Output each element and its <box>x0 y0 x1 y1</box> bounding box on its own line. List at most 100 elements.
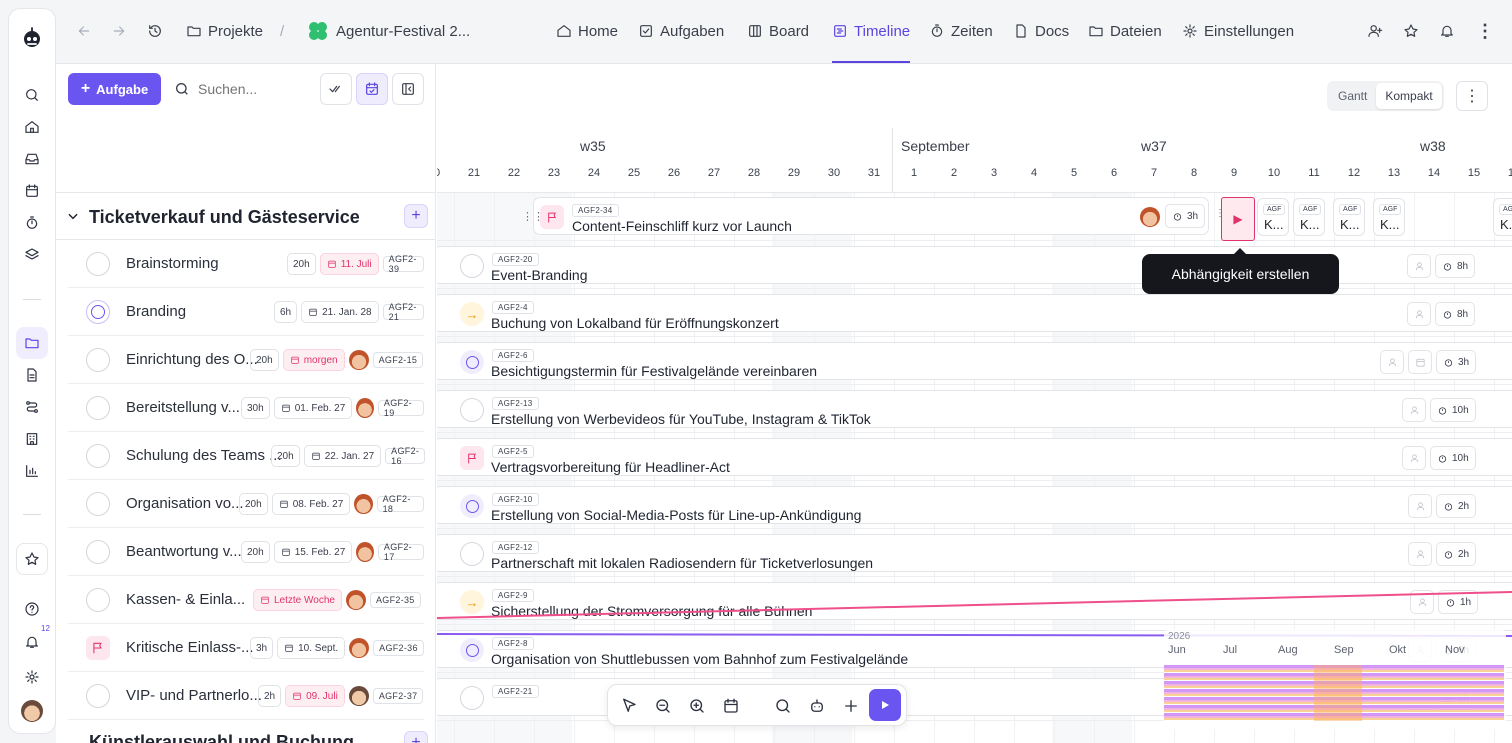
due-date-badge[interactable]: 22. Jan. 27 <box>303 445 382 467</box>
calendar-icon[interactable] <box>718 693 744 719</box>
status-circle[interactable] <box>86 588 110 612</box>
more-menu-icon[interactable]: ⋮ <box>1476 18 1494 44</box>
group-header[interactable]: Ticketverkauf und Gästeservice + <box>56 192 435 240</box>
user-placeholder-icon[interactable] <box>1380 350 1404 374</box>
task-row[interactable]: VIP- und Partnerlo... 2h 09. Juli AGF2-3… <box>68 672 424 720</box>
due-date-badge[interactable]: 10. Sept. <box>277 637 346 659</box>
pointer-icon[interactable] <box>616 693 642 719</box>
breadcrumb-project[interactable]: Agentur-Festival 2... <box>306 18 470 44</box>
favorites-icon[interactable] <box>16 543 48 575</box>
user-placeholder-icon[interactable] <box>1408 542 1432 566</box>
user-placeholder-icon[interactable] <box>1408 494 1432 518</box>
add-to-group-button[interactable]: + <box>404 731 428 743</box>
user-placeholder-icon[interactable] <box>1407 302 1431 326</box>
status-circle[interactable] <box>86 444 110 468</box>
calendar-icon[interactable] <box>9 177 55 205</box>
timeline-bar[interactable]: AGF2-5 Vertragsvorbereitung für Headliner… <box>437 438 1512 476</box>
assignee-avatar[interactable] <box>1140 207 1160 227</box>
mini-card[interactable]: AGF K... <box>1293 198 1325 236</box>
search-icon[interactable] <box>9 81 55 109</box>
back-arrow-icon[interactable] <box>76 18 92 44</box>
user-placeholder-icon[interactable] <box>1410 590 1434 614</box>
add-to-group-button[interactable]: + <box>404 204 428 228</box>
timer-icon[interactable] <box>9 209 55 237</box>
user-placeholder-icon[interactable] <box>1407 254 1431 278</box>
help-icon[interactable] <box>9 595 55 623</box>
bell-icon[interactable] <box>1439 18 1455 44</box>
status-circle[interactable] <box>86 348 110 372</box>
task-row[interactable]: Bereitstellung v... 30h 01. Feb. 27 AGF2… <box>68 384 424 432</box>
task-row[interactable]: Brainstorming 20h 11. Juli AGF2-39 <box>68 240 424 288</box>
task-row[interactable]: Organisation vo... 20h 08. Feb. 27 AGF2-… <box>68 480 424 528</box>
view-gantt-button[interactable]: Gantt <box>1329 83 1376 109</box>
building-icon[interactable] <box>9 425 55 453</box>
due-date-badge[interactable]: 11. Juli <box>319 253 379 275</box>
status-in-progress-icon[interactable] <box>460 350 484 374</box>
collapse-panel-icon[interactable] <box>392 73 424 105</box>
user-placeholder-icon[interactable] <box>1402 398 1426 422</box>
status-circle[interactable] <box>86 540 110 564</box>
tab-docs[interactable]: Docs <box>1013 18 1069 44</box>
status-circle[interactable] <box>460 254 484 278</box>
flag-icon[interactable] <box>86 636 110 660</box>
tab-board[interactable]: Board <box>747 18 809 44</box>
timeline-bar[interactable]: AGF2-20 Event-Branding 8h <box>437 246 1512 284</box>
view-compact-button[interactable]: Kompakt <box>1376 83 1442 109</box>
status-circle-in-progress[interactable] <box>86 300 110 324</box>
calendar-check-icon[interactable] <box>356 73 388 105</box>
status-circle[interactable] <box>86 684 110 708</box>
task-row[interactable]: Einrichtung des O... 20h morgen AGF2-15 <box>68 336 424 384</box>
layers-icon[interactable] <box>9 241 55 269</box>
assignee-avatar[interactable] <box>354 494 373 514</box>
status-circle[interactable] <box>86 492 110 516</box>
group-header[interactable]: Künstlerauswahl und Buchung + <box>56 728 435 743</box>
due-date-badge[interactable]: morgen <box>282 349 345 371</box>
task-row[interactable]: Kritische Einlass-... 3h 10. Sept. AGF2-… <box>68 624 424 672</box>
timeline-bar[interactable]: AGF2-12 Partnerschaft mit lokalen Radiose… <box>437 534 1512 572</box>
arrow-right-icon[interactable]: → <box>460 302 484 326</box>
plus-icon[interactable] <box>838 693 864 719</box>
user-avatar[interactable] <box>9 697 55 725</box>
due-date-badge[interactable]: 09. Juli <box>285 685 345 707</box>
flag-icon[interactable] <box>460 446 484 470</box>
docs-icon[interactable] <box>9 361 55 389</box>
mini-card[interactable]: AGF K... <box>1257 198 1289 236</box>
status-circle[interactable] <box>460 542 484 566</box>
timeline-more-icon[interactable]: ⋮ <box>1456 81 1488 111</box>
due-date-badge[interactable]: 21. Jan. 28 <box>301 301 379 323</box>
play-button[interactable] <box>869 689 901 721</box>
task-row[interactable]: Kassen- & Einla... Letzte Woche AGF2-35 <box>68 576 424 624</box>
add-member-icon[interactable] <box>1367 18 1383 44</box>
status-circle[interactable] <box>460 398 484 422</box>
mini-card[interactable]: AGF K... <box>1333 198 1365 236</box>
timeline-minimap[interactable]: 2026 Jun Jul Aug Sep Okt Nov <box>1164 629 1506 729</box>
timeline-bar[interactable]: → AGF2-4 Buchung von Lokalband für Eröffnu… <box>437 294 1512 332</box>
create-dependency-button[interactable]: ▶ <box>1221 197 1255 241</box>
due-date-badge[interactable]: Letzte Woche <box>253 589 342 611</box>
task-row[interactable]: Schulung des Teams ... 20h 22. Jan. 27 A… <box>68 432 426 480</box>
assignee-avatar[interactable] <box>356 398 374 418</box>
due-date-badge[interactable]: 01. Feb. 27 <box>273 397 353 419</box>
status-in-progress-icon[interactable] <box>460 638 484 662</box>
workflow-icon[interactable] <box>9 393 55 421</box>
tab-home[interactable]: Home <box>556 18 618 44</box>
task-row[interactable]: Beantwortung v... 20h 15. Feb. 27 AGF2-1… <box>68 528 424 576</box>
task-row[interactable]: Branding 6h 21. Jan. 28 AGF2-21 <box>68 288 424 336</box>
timeline-bar[interactable]: AGF2-13 Erstellung von Werbevideos für Yo… <box>437 390 1512 428</box>
tab-zeiten[interactable]: Zeiten <box>929 18 993 44</box>
mini-card[interactable]: AGK... <box>1493 198 1512 236</box>
tab-aufgaben[interactable]: Aufgaben <box>638 18 724 44</box>
status-in-progress-icon[interactable] <box>460 494 484 518</box>
inbox-icon[interactable] <box>9 145 55 173</box>
status-circle[interactable] <box>460 686 484 710</box>
forward-arrow-icon[interactable] <box>111 18 127 44</box>
home-icon[interactable] <box>9 113 55 141</box>
history-icon[interactable] <box>147 18 163 44</box>
timeline-bar[interactable]: ⋮⋮ AGF2-34 Content-Feinschliff kurz vor … <box>522 197 1209 235</box>
assignee-avatar[interactable] <box>345 590 366 610</box>
timeline-bar[interactable]: → AGF2-9 Sicherstellung der Stromversorgun… <box>437 582 1512 620</box>
status-circle[interactable] <box>86 252 110 276</box>
search-input[interactable] <box>198 81 298 97</box>
projects-icon[interactable] <box>16 327 48 359</box>
double-check-icon[interactable] <box>320 73 352 105</box>
